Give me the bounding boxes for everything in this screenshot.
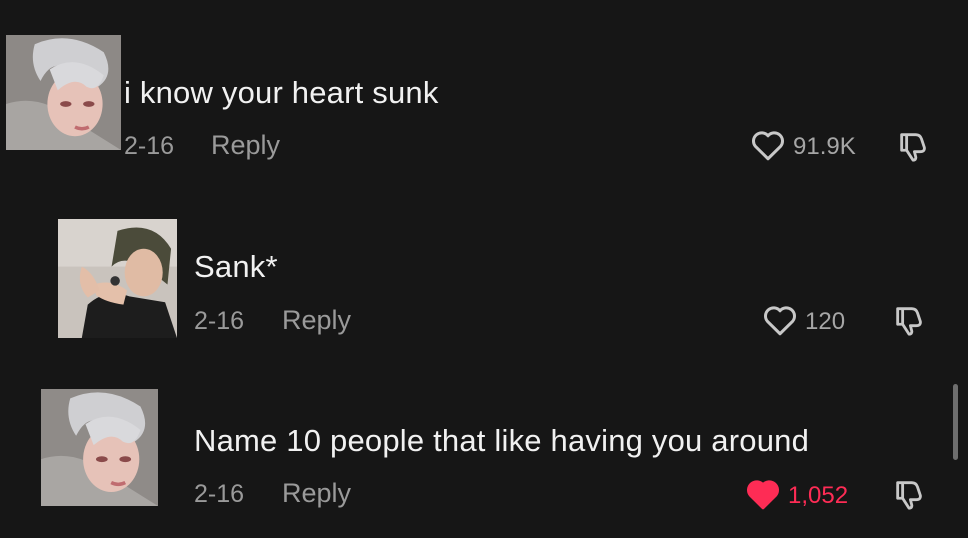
- thumbs-down-icon: [896, 133, 930, 168]
- thumbs-down-icon: [892, 307, 926, 342]
- like-button[interactable]: 120: [762, 303, 845, 341]
- comment-text: Name 10 people that like having you arou…: [194, 423, 810, 458]
- like-button[interactable]: 1,052: [745, 477, 848, 515]
- scrollbar[interactable]: [953, 384, 958, 460]
- comment-date: 2-16: [194, 307, 245, 335]
- reply-button[interactable]: Reply: [211, 130, 280, 161]
- comment-text: i know your heart sunk: [124, 75, 439, 110]
- heart-filled-icon: [745, 477, 781, 515]
- like-button[interactable]: 91.9K: [750, 128, 856, 166]
- reply-button[interactable]: Reply: [282, 305, 351, 336]
- like-count: 91.9K: [793, 133, 856, 160]
- avatar[interactable]: [6, 35, 121, 150]
- reply-button[interactable]: Reply: [282, 478, 351, 509]
- like-count: 1,052: [788, 482, 849, 509]
- dislike-button[interactable]: [892, 302, 926, 338]
- avatar[interactable]: [41, 389, 158, 506]
- like-count: 120: [805, 308, 846, 335]
- thumbs-down-icon: [892, 481, 926, 516]
- comment-text: Sank*: [194, 249, 278, 284]
- avatar[interactable]: [58, 219, 177, 338]
- heart-outline-icon: [750, 128, 786, 166]
- dislike-button[interactable]: [896, 128, 930, 164]
- dislike-button[interactable]: [892, 476, 926, 512]
- comment-date: 2-16: [124, 132, 175, 160]
- heart-outline-icon: [762, 303, 798, 341]
- comment-date: 2-16: [194, 480, 245, 508]
